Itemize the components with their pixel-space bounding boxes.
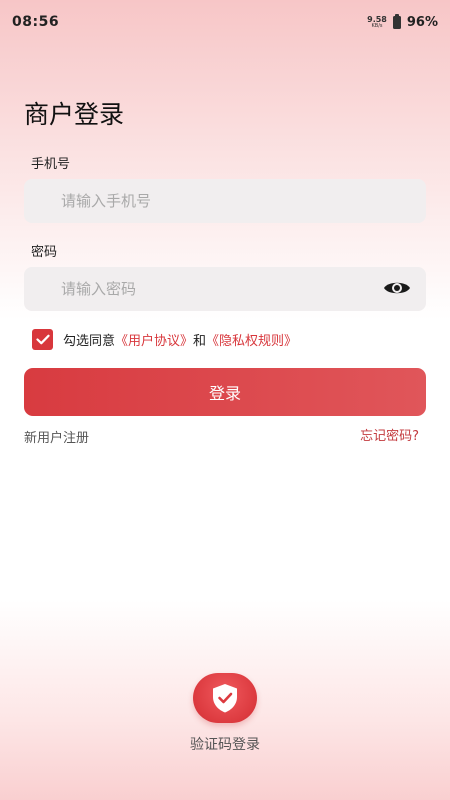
check-icon xyxy=(35,334,50,344)
agreement-prefix: 勾选同意 xyxy=(63,333,116,349)
eye-icon[interactable] xyxy=(383,279,411,297)
sms-login-icon-button[interactable] xyxy=(193,673,257,723)
forgot-password-link[interactable]: 忘记密码? xyxy=(360,425,419,444)
status-time: 08:56 xyxy=(12,14,60,30)
agreement-conjunction: 和 xyxy=(193,333,207,349)
phone-label: 手机号 xyxy=(31,157,71,172)
network-speed: 9.58 KB/s xyxy=(367,15,387,29)
agreement-checkbox[interactable] xyxy=(32,328,53,350)
agreement-row: 勾选同意 《用户协议》 和 《隐私权规则》 xyxy=(32,328,297,350)
privacy-policy-link[interactable]: 《隐私权规则》 xyxy=(206,330,297,349)
sms-code-login[interactable]: 验证码登录 xyxy=(175,673,275,754)
page-title: 商户登录 xyxy=(24,100,125,129)
user-agreement-link[interactable]: 《用户协议》 xyxy=(115,330,193,349)
register-link[interactable]: 新用户注册 xyxy=(24,427,89,446)
password-label: 密码 xyxy=(31,245,58,260)
status-right: 9.58 KB/s 96% xyxy=(367,13,438,30)
battery-level: 96% xyxy=(406,14,438,30)
shield-check-icon xyxy=(213,684,237,713)
network-speed-unit: KB/s xyxy=(371,22,383,29)
battery-icon xyxy=(392,13,401,29)
phone-input[interactable] xyxy=(24,179,426,223)
password-input[interactable] xyxy=(24,267,426,311)
status-bar: 08:56 9.58 KB/s 96% xyxy=(0,0,450,44)
login-button[interactable]: 登录 xyxy=(24,368,426,416)
sms-login-label[interactable]: 验证码登录 xyxy=(190,734,260,754)
